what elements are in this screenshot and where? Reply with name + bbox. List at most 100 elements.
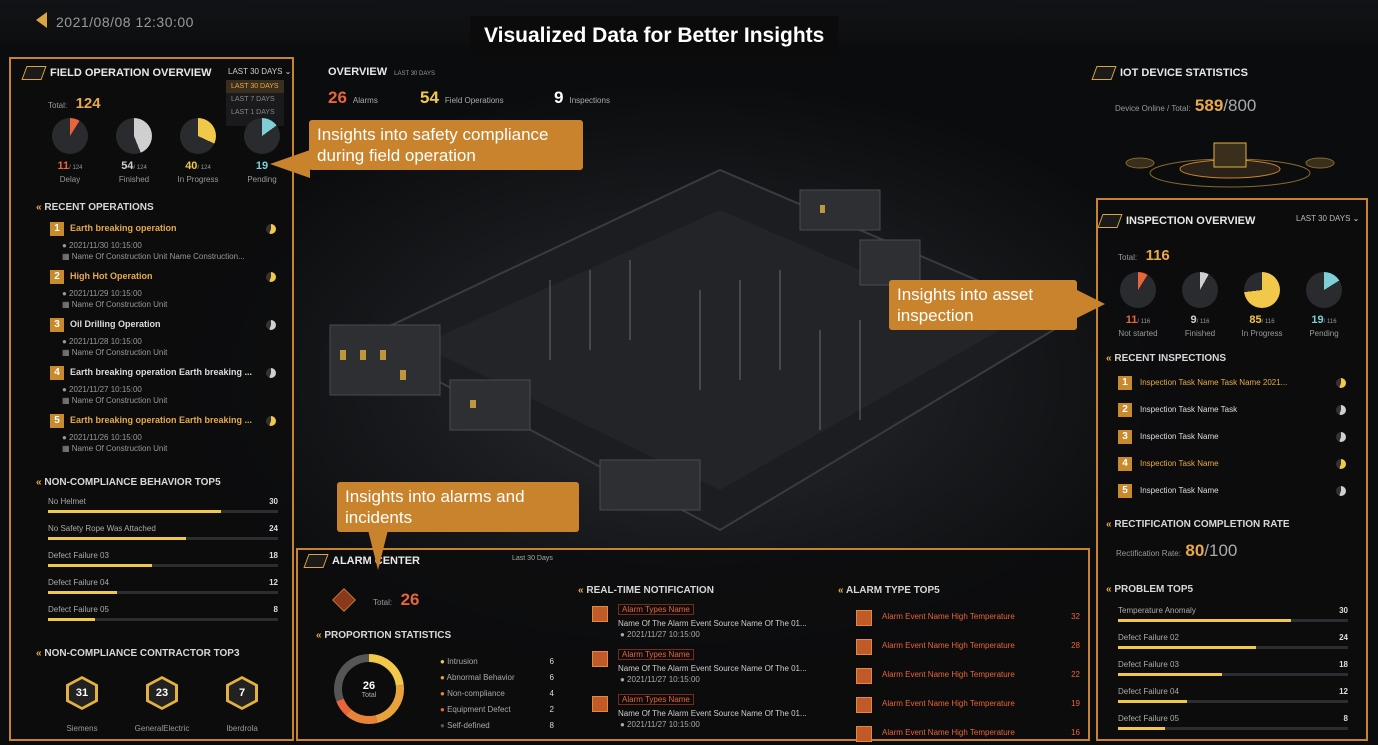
period-select[interactable]: LAST 30 DAYS ⌄ <box>228 67 291 76</box>
list-item[interactable]: 3 Inspection Task Name <box>1118 430 1350 446</box>
inspection-total: Total: 116 <box>1118 247 1170 264</box>
notification-type[interactable]: Alarm Types Name <box>618 604 694 615</box>
notification-type[interactable]: Alarm Types Name <box>618 649 694 660</box>
rank-badge: 5 <box>50 414 64 428</box>
list-item[interactable]: 5 Inspection Task Name <box>1118 484 1350 500</box>
operation-time: ● 2021/11/30 10:15:00 <box>62 241 142 250</box>
problem-value: 18 <box>1339 660 1348 669</box>
rectification-rate: Rectification Rate: 80/100 <box>1116 541 1238 560</box>
overview-header: OVERVIEW LAST 30 DAYS <box>328 66 435 78</box>
notification-type[interactable]: Alarm Types Name <box>618 694 694 705</box>
contractor-title: « NON-COMPLIANCE CONTRACTOR TOP3 <box>36 648 240 659</box>
dropdown-option[interactable]: LAST 1 DAYS <box>226 106 284 119</box>
contractor-name: Siemens <box>66 724 98 733</box>
status-pie-icon <box>1336 459 1346 469</box>
operation-time: ● 2021/11/28 10:15:00 <box>62 337 142 346</box>
rank-badge: 4 <box>50 366 64 380</box>
list-item[interactable]: 4 Earth breaking operation Earth breaking… <box>50 366 280 405</box>
alarm-type-value: 28 <box>1071 641 1080 650</box>
chevron-down-icon: ⌄ <box>1352 214 1360 223</box>
alarm-icon <box>856 697 872 713</box>
alarm-icon <box>592 696 608 712</box>
rank-badge: 2 <box>50 270 64 284</box>
alarm-type-label[interactable]: Alarm Event Name High Temperature <box>882 699 1015 708</box>
noncompliance-bar-track <box>48 618 278 621</box>
problem-bar-fill <box>1118 673 1222 676</box>
status-pie-icon <box>1336 378 1346 388</box>
field-operation-title: FIELD OPERATION OVERVIEW <box>50 67 212 79</box>
legend-label: Abnormal Behavior <box>446 673 515 682</box>
field-stat-value: 11/ 124 <box>57 160 83 172</box>
iot-device-count: Device Online / Total: 589/800 <box>1115 96 1257 115</box>
callout-pointer <box>1077 290 1105 318</box>
notification-time: ● 2021/11/27 10:15:00 <box>620 675 700 684</box>
list-item[interactable]: 2 Inspection Task Name Task <box>1118 403 1350 419</box>
alarm-type-label[interactable]: Alarm Event Name High Temperature <box>882 728 1015 737</box>
operation-unit: ▦ Name Of Construction Unit <box>62 348 168 357</box>
field-stat-value: 54/ 124 <box>121 160 147 172</box>
alarm-period[interactable]: Last 30 Days <box>512 555 553 562</box>
callout-pointer <box>368 530 388 570</box>
insp-stat-value: 9/ 116 <box>1190 314 1210 326</box>
problem-label: Temperature Anomaly <box>1118 606 1196 615</box>
overview-label: Alarms <box>352 96 378 105</box>
contractor-name: Iberdrola <box>226 724 258 733</box>
panel-header-icon <box>1091 66 1117 80</box>
field-stat-label: In Progress <box>177 175 219 184</box>
notification-source: Name Of The Alarm Event Source Name Of T… <box>618 709 807 718</box>
operation-unit: ▦ Name Of Construction Unit <box>62 396 168 405</box>
problem-bar-fill <box>1118 619 1291 622</box>
dropdown-option[interactable]: LAST 7 DAYS <box>226 93 284 106</box>
rank-badge: 1 <box>1118 376 1132 390</box>
list-item[interactable]: 5 Earth breaking operation Earth breaking… <box>50 414 280 453</box>
list-item[interactable]: 2 High Hot Operation ● 2021/11/29 10:15:00… <box>50 270 280 309</box>
field-stat-label: Finished <box>118 175 150 184</box>
contractor-value: 7 <box>229 679 255 707</box>
list-item[interactable]: 4 Inspection Task Name <box>1118 457 1350 473</box>
alarm-type-value: 22 <box>1071 670 1080 679</box>
noncompliance-label: Defect Failure 04 <box>48 578 109 587</box>
back-arrow-icon[interactable] <box>36 12 47 28</box>
insp-stat-pie <box>1120 272 1156 308</box>
insp-stat-label: Finished <box>1184 329 1216 338</box>
alarm-icon <box>856 668 872 684</box>
rank-badge: 1 <box>50 222 64 236</box>
legend-label: Equipment Defect <box>447 705 511 714</box>
alarm-type-value: 32 <box>1071 612 1080 621</box>
dropdown-option[interactable]: LAST 30 DAYS <box>226 80 284 93</box>
callout-asset-insights: Insights into asset inspection <box>889 280 1077 330</box>
legend-label: Intrusion <box>447 657 478 666</box>
insp-stat-value: 11/ 116 <box>1125 314 1151 326</box>
problem-label: Defect Failure 03 <box>1118 660 1179 669</box>
callout-field-insights: Insights into safety compliance during f… <box>309 120 583 170</box>
notification-source: Name Of The Alarm Event Source Name Of T… <box>618 664 807 673</box>
alarm-type-label[interactable]: Alarm Event Name High Temperature <box>882 670 1015 679</box>
insp-stat-label: Not started <box>1118 329 1158 338</box>
list-item[interactable]: 1 Earth breaking operation ● 2021/11/30 10… <box>50 222 280 261</box>
problem-bar-fill <box>1118 727 1165 730</box>
iot-header: IOT DEVICE STATISTICS <box>1091 64 1248 82</box>
operation-name: Earth breaking operation <box>70 223 177 233</box>
operation-name: Earth breaking operation Earth breaking … <box>70 415 253 425</box>
status-pie-icon <box>1336 432 1346 442</box>
alarm-type-value: 16 <box>1071 728 1080 737</box>
alarm-type-label[interactable]: Alarm Event Name High Temperature <box>882 612 1015 621</box>
field-total: Total: 124 <box>48 95 101 112</box>
operation-unit: ▦ Name Of Construction Unit <box>62 300 168 309</box>
noncompliance-title: « NON-COMPLIANCE BEHAVIOR TOP5 <box>36 477 221 488</box>
alarm-type-label[interactable]: Alarm Event Name High Temperature <box>882 641 1015 650</box>
problem-label: Defect Failure 04 <box>1118 687 1179 696</box>
problem-bar-fill <box>1118 646 1256 649</box>
overview-item: 54 Field Operations <box>420 88 504 108</box>
problem-value: 12 <box>1339 687 1348 696</box>
inspection-name: Inspection Task Name <box>1140 459 1219 468</box>
field-operation-header: FIELD OPERATION OVERVIEW <box>21 64 212 82</box>
insp-stat-label: In Progress <box>1241 329 1283 338</box>
inspection-period-select[interactable]: LAST 30 DAYS ⌄ <box>1296 214 1359 223</box>
operation-name: Oil Drilling Operation <box>70 319 161 329</box>
alarm-icon <box>592 651 608 667</box>
problem-label: Defect Failure 05 <box>1118 714 1179 723</box>
problem-bar-track <box>1118 700 1348 703</box>
list-item[interactable]: 3 Oil Drilling Operation ● 2021/11/28 10:1… <box>50 318 280 357</box>
list-item[interactable]: 1 Inspection Task Name Task Name 2021... <box>1118 376 1350 392</box>
